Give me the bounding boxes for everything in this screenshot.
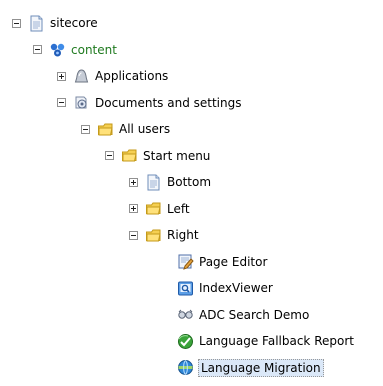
tree-node-label: Right	[167, 228, 199, 243]
tree-node-right[interactable]: Right	[0, 222, 383, 249]
tree-node-label: Left	[167, 201, 190, 216]
content-tree: sitecore content Applications Documents …	[0, 10, 383, 381]
expand-toggle-icon[interactable]	[129, 204, 138, 214]
tree-node-indexviewer[interactable]: IndexViewer	[0, 275, 383, 302]
tree-node-label: sitecore	[50, 16, 98, 31]
tree-node-label: IndexViewer	[199, 281, 273, 296]
collapse-toggle-icon[interactable]	[33, 45, 42, 55]
folder-icon	[97, 121, 114, 138]
expand-toggle-icon[interactable]	[129, 177, 138, 187]
tree-node-label: Language Migration	[198, 358, 324, 377]
tree-node-sitecore[interactable]: sitecore	[0, 10, 383, 37]
tree-node-label: Page Editor	[199, 254, 268, 269]
folder-icon	[121, 147, 138, 164]
tree-node-content[interactable]: content	[0, 37, 383, 64]
language-fallback-icon	[177, 333, 194, 350]
tree-node-label: content	[71, 42, 117, 57]
language-migration-icon	[177, 359, 194, 376]
tree-node-label: Documents and settings	[95, 95, 242, 110]
document-icon	[28, 15, 45, 32]
tree-node-all-users[interactable]: All users	[0, 116, 383, 143]
search-demo-icon	[177, 306, 194, 323]
tree-node-label: ADC Search Demo	[199, 307, 310, 322]
tree-node-label: Language Fallback Report	[199, 334, 354, 349]
folder-icon	[145, 200, 162, 217]
tree-node-bottom[interactable]: Bottom	[0, 169, 383, 196]
tree-node-language-migration[interactable]: Language Migration	[0, 355, 383, 382]
index-viewer-icon	[177, 280, 194, 297]
collapse-toggle-icon[interactable]	[129, 230, 138, 240]
collapse-toggle-icon[interactable]	[12, 18, 21, 28]
collapse-toggle-icon[interactable]	[81, 124, 90, 134]
applications-icon	[73, 68, 90, 85]
tree-node-label: Applications	[95, 69, 169, 84]
expand-toggle-icon[interactable]	[57, 71, 66, 81]
folder-icon	[145, 227, 162, 244]
page-editor-icon	[177, 253, 194, 271]
collapse-toggle-icon[interactable]	[105, 151, 114, 161]
tree-node-start-menu[interactable]: Start menu	[0, 143, 383, 170]
tree-node-label: Start menu	[143, 148, 211, 163]
tree-node-page-editor[interactable]: Page Editor	[0, 249, 383, 276]
tree-node-label: All users	[119, 122, 171, 137]
tree-node-label: Bottom	[167, 175, 212, 190]
tree-node-applications[interactable]: Applications	[0, 63, 383, 90]
tree-node-adc-search-demo[interactable]: ADC Search Demo	[0, 302, 383, 329]
tree-node-documents-and-settings[interactable]: Documents and settings	[0, 90, 383, 117]
documents-settings-icon	[73, 94, 90, 111]
collapse-toggle-icon[interactable]	[57, 98, 66, 108]
content-icon	[49, 41, 66, 58]
document-icon	[145, 174, 162, 191]
tree-node-language-fallback-report[interactable]: Language Fallback Report	[0, 328, 383, 355]
tree-node-left[interactable]: Left	[0, 196, 383, 223]
